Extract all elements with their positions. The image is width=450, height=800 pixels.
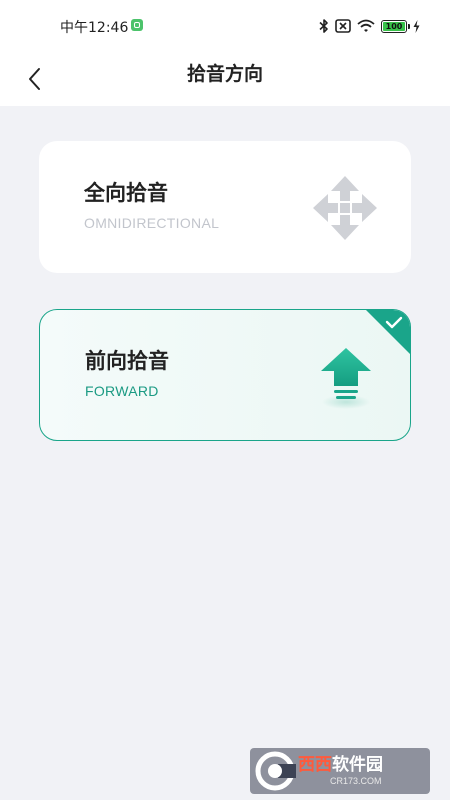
bluetooth-icon [319,18,329,34]
option-forward[interactable]: 前向拾音 FORWARD [39,309,411,441]
battery-icon: 100 [381,19,410,33]
status-time: 中午12:46 [60,20,129,36]
option-omnidirectional[interactable]: 全向拾音 OMNIDIRECTIONAL [39,141,411,273]
selected-check-icon [366,310,410,354]
status-icons: 100 [319,17,420,35]
watermark: 西西软件园 CR173.COM [250,748,430,794]
navigation-bar: 拾音方向 [0,52,450,106]
watermark-url: CR173.COM [330,775,382,786]
option-title: 全向拾音 [84,181,168,205]
page-title: 拾音方向 [186,63,263,85]
option-subtitle: FORWARD [85,383,159,399]
option-title: 前向拾音 [85,349,169,373]
watermark-brand-suffix: 软件园 [332,754,383,775]
battery-level: 100 [385,21,403,31]
status-bar: 中午12:46 100 [0,0,450,52]
watermark-logo-icon [255,751,296,791]
watermark-brand: 西西 [298,754,332,775]
option-subtitle: OMNIDIRECTIONAL [84,215,220,231]
four-way-arrows-icon [311,174,379,246]
up-arrow-icon [316,346,376,414]
app-notification-icon [131,19,143,31]
charging-icon [413,19,420,33]
sim-absent-icon [335,19,351,33]
wifi-icon [357,19,375,33]
